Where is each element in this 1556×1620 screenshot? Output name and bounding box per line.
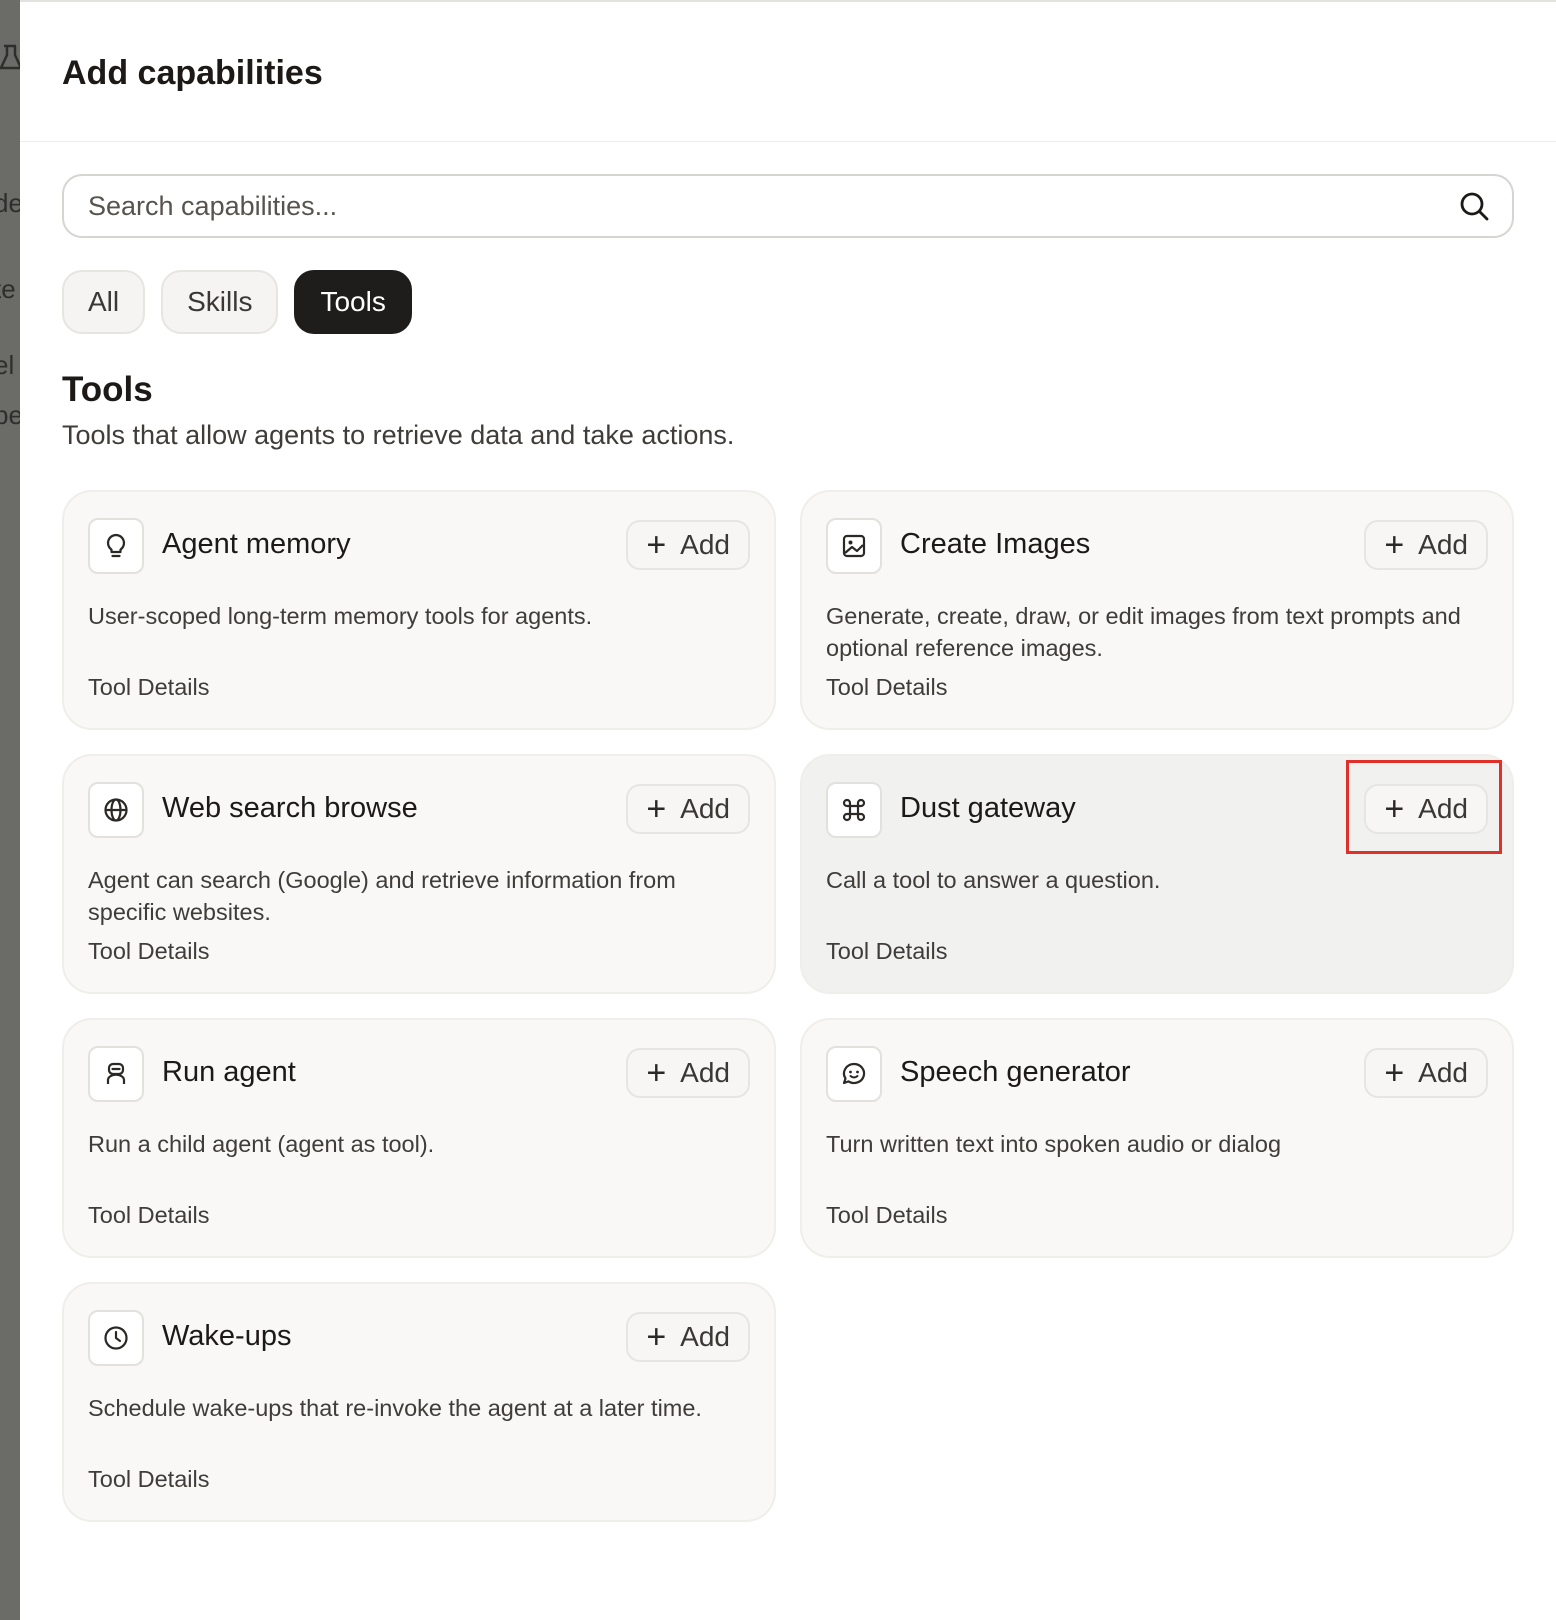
tool-card-create-images: Create Images + Add Generate, create, dr… [800, 490, 1514, 730]
tool-description: Generate, create, draw, or edit images f… [826, 603, 1461, 661]
tool-icon-container [826, 1046, 882, 1102]
tab-skills[interactable]: Skills [161, 270, 279, 334]
tool-description: Schedule wake-ups that re-invoke the age… [88, 1395, 702, 1421]
tool-details-link[interactable]: Tool Details [826, 938, 947, 965]
tool-name: Create Images [900, 528, 1091, 560]
tool-details-link[interactable]: Tool Details [826, 1202, 947, 1229]
add-speech-generator-button[interactable]: + Add [1364, 1048, 1488, 1098]
tool-details-link[interactable]: Tool Details [88, 674, 209, 701]
background-text-fragment: pe [0, 400, 22, 430]
section-title: Tools [62, 370, 153, 409]
add-label: Add [680, 793, 730, 824]
add-wake-ups-button[interactable]: + Add [626, 1312, 750, 1362]
add-label: Add [1418, 793, 1468, 824]
tool-name: Speech generator [900, 1056, 1131, 1088]
tool-name: Web search browse [162, 792, 418, 824]
add-label: Add [1418, 529, 1468, 560]
tool-details-link[interactable]: Tool Details [88, 1202, 209, 1229]
tool-description: Call a tool to answer a question. [826, 867, 1161, 893]
tool-card-web-search-browse: Web search browse + Add Agent can search… [62, 754, 776, 994]
tool-icon-container [826, 782, 882, 838]
tab-tools[interactable]: Tools [294, 270, 412, 334]
plus-icon: + [1384, 526, 1405, 564]
tool-icon-container [88, 518, 144, 574]
plus-icon: + [646, 790, 667, 828]
add-label: Add [1418, 1057, 1468, 1088]
tool-details-link[interactable]: Tool Details [88, 1466, 209, 1493]
lightbulb-icon [106, 533, 126, 558]
plus-icon: + [646, 1054, 667, 1092]
add-label: Add [680, 1057, 730, 1088]
section-description: Tools that allow agents to retrieve data… [62, 420, 735, 450]
tool-name: Dust gateway [900, 792, 1076, 824]
plus-icon: + [646, 526, 667, 564]
tab-all[interactable]: All [62, 270, 146, 334]
add-label: Add [680, 1321, 730, 1352]
search-input[interactable] [88, 176, 1428, 236]
image-icon [842, 534, 866, 558]
tool-card-dust-gateway: Dust gateway + Add Call a tool to answer… [800, 754, 1514, 994]
tool-details-link[interactable]: Tool Details [88, 938, 209, 965]
robot-icon [106, 1062, 126, 1084]
add-create-images-button[interactable]: + Add [1364, 520, 1488, 570]
add-run-agent-button[interactable]: + Add [626, 1048, 750, 1098]
background-app: de te el pe [0, 0, 22, 1620]
tool-card-agent-memory: Agent memory + Add User-scoped long-term… [62, 490, 776, 730]
tool-icon-container [88, 1310, 144, 1366]
clock-icon [104, 1326, 128, 1350]
tool-name: Wake-ups [162, 1320, 292, 1352]
speech-bubble-icon [842, 1062, 866, 1085]
panel-header: Add capabilities [20, 2, 1556, 142]
add-agent-memory-button[interactable]: + Add [626, 520, 750, 570]
add-capabilities-panel: Add capabilities All Skills Tools Tools … [20, 0, 1556, 1620]
tool-name: Run agent [162, 1056, 296, 1088]
background-text-fragment: el [0, 350, 15, 380]
background-text-fragment: te [0, 274, 16, 304]
search-box [62, 174, 1514, 238]
plus-icon: + [1384, 1054, 1405, 1092]
plus-icon: + [646, 1318, 667, 1356]
filter-tabs: All Skills Tools [62, 270, 412, 334]
tool-icon-container [88, 782, 144, 838]
flask-icon [0, 44, 22, 70]
tool-icon-container [88, 1046, 144, 1102]
background-text-fragment: de [0, 188, 22, 218]
tool-card-wake-ups: Wake-ups + Add Schedule wake-ups that re… [62, 1282, 776, 1522]
tool-icon-container [826, 518, 882, 574]
tool-description: User-scoped long-term memory tools for a… [88, 603, 593, 629]
add-label: Add [680, 529, 730, 560]
add-web-search-browse-button[interactable]: + Add [626, 784, 750, 834]
tool-description: Turn written text into spoken audio or d… [826, 1131, 1282, 1157]
command-icon [842, 798, 866, 822]
tool-card-speech-generator: Speech generator + Add Turn written text… [800, 1018, 1514, 1258]
add-dust-gateway-button[interactable]: + Add [1364, 784, 1488, 834]
globe-icon [104, 798, 128, 822]
tool-name: Agent memory [162, 528, 351, 560]
search-icon[interactable] [1458, 190, 1490, 222]
tool-details-link[interactable]: Tool Details [826, 674, 947, 701]
panel-title: Add capabilities [62, 54, 323, 92]
tool-card-run-agent: Run agent + Add Run a child agent (agent… [62, 1018, 776, 1258]
plus-icon: + [1384, 790, 1405, 828]
tool-description: Agent can search (Google) and retrieve i… [88, 867, 676, 925]
tool-description: Run a child agent (agent as tool). [88, 1131, 435, 1157]
